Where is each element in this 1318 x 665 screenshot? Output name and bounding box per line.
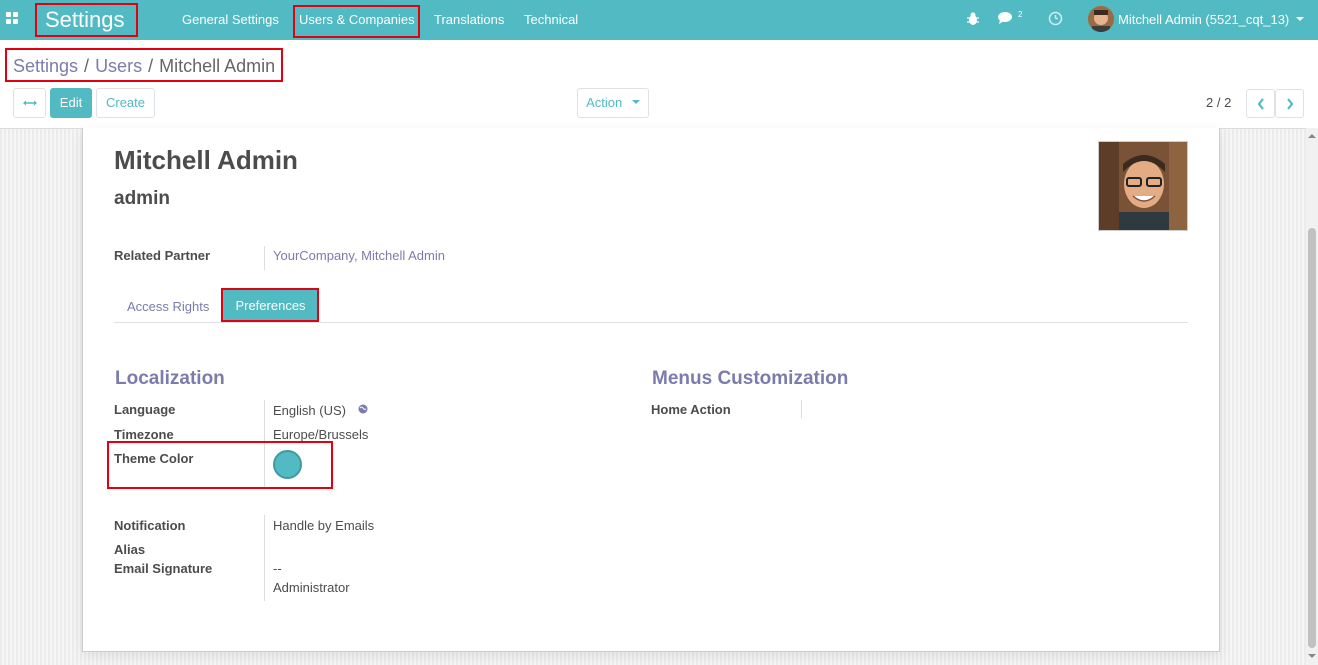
- chat-icon[interactable]: [998, 11, 1014, 25]
- menu-general-settings[interactable]: General Settings: [182, 12, 279, 28]
- alias-label: Alias: [114, 542, 146, 557]
- clock-icon[interactable]: [1048, 11, 1063, 26]
- chat-count-badge: 2: [1018, 10, 1023, 19]
- email-signature-label: Email Signature: [114, 561, 213, 576]
- theme-color-swatch[interactable]: [273, 450, 302, 479]
- create-button[interactable]: Create: [96, 88, 155, 118]
- vertical-scrollbar[interactable]: [1306, 128, 1318, 665]
- breadcrumb-separator: /: [84, 56, 90, 76]
- email-signature-line: Administrator: [273, 580, 350, 595]
- scroll-thumb[interactable]: [1308, 228, 1316, 648]
- breadcrumb-current: Mitchell Admin: [159, 56, 276, 76]
- globe-icon[interactable]: [358, 404, 368, 414]
- tabs-divider: [114, 322, 1188, 323]
- breadcrumb-separator: /: [148, 56, 154, 76]
- user-photo[interactable]: [1098, 141, 1188, 231]
- caret-down-icon: [631, 100, 640, 105]
- home-action-label: Home Action: [651, 402, 731, 417]
- app-title[interactable]: Settings: [45, 6, 125, 34]
- breadcrumb: Settings / Users / Mitchell Admin: [13, 55, 275, 77]
- scroll-down-icon[interactable]: [1308, 654, 1316, 658]
- related-partner-link[interactable]: YourCompany, Mitchell Admin: [273, 248, 445, 264]
- menu-users-companies[interactable]: Users & Companies: [299, 12, 415, 28]
- notification-value: Handle by Emails: [273, 518, 375, 533]
- record-name: Mitchell Admin: [114, 145, 298, 175]
- scroll-up-icon[interactable]: [1308, 134, 1316, 138]
- timezone-value: Europe/Brussels: [273, 427, 369, 442]
- expand-button[interactable]: [13, 88, 46, 118]
- theme-color-label: Theme Color: [114, 451, 194, 466]
- language-value: English (US): [273, 403, 346, 418]
- menu-translations[interactable]: Translations: [434, 12, 504, 28]
- apps-menu-icon[interactable]: [6, 12, 20, 26]
- email-signature-line: --: [273, 561, 282, 576]
- menus-customization-title: Menus Customization: [652, 368, 849, 389]
- user-avatar[interactable]: [1088, 6, 1114, 32]
- field-divider: [801, 400, 802, 418]
- caret-down-icon[interactable]: [1296, 17, 1304, 21]
- language-label: Language: [114, 402, 176, 417]
- debug-bug-icon[interactable]: [966, 11, 980, 27]
- top-navbar: Settings General Settings Users & Compan…: [0, 0, 1318, 40]
- chevron-left-icon: [1257, 98, 1264, 110]
- edit-button[interactable]: Edit: [50, 88, 92, 118]
- chevron-right-icon: [1286, 98, 1293, 110]
- tab-preferences[interactable]: Preferences: [223, 290, 318, 322]
- tab-access-rights[interactable]: Access Rights: [127, 299, 209, 315]
- field-divider: [264, 246, 265, 270]
- action-label: Action: [586, 95, 623, 110]
- breadcrumb-users[interactable]: Users: [95, 56, 142, 76]
- record-login: admin: [114, 188, 170, 209]
- expand-arrows-icon: [22, 100, 37, 106]
- form-sheet: [82, 128, 1220, 652]
- user-menu-label[interactable]: Mitchell Admin (5521_cqt_13): [1118, 12, 1289, 27]
- menu-technical[interactable]: Technical: [524, 12, 578, 28]
- related-partner-label: Related Partner: [114, 248, 211, 263]
- timezone-label: Timezone: [114, 427, 174, 442]
- breadcrumb-settings[interactable]: Settings: [13, 56, 78, 76]
- notification-label: Notification: [114, 518, 186, 533]
- pager-next-button[interactable]: [1275, 89, 1304, 118]
- action-dropdown[interactable]: Action: [577, 88, 649, 118]
- pager-value[interactable]: 2 / 2: [1206, 95, 1231, 110]
- pager-previous-button[interactable]: [1246, 89, 1275, 118]
- localization-title: Localization: [115, 368, 225, 389]
- field-divider: [264, 515, 265, 601]
- field-divider: [264, 400, 265, 488]
